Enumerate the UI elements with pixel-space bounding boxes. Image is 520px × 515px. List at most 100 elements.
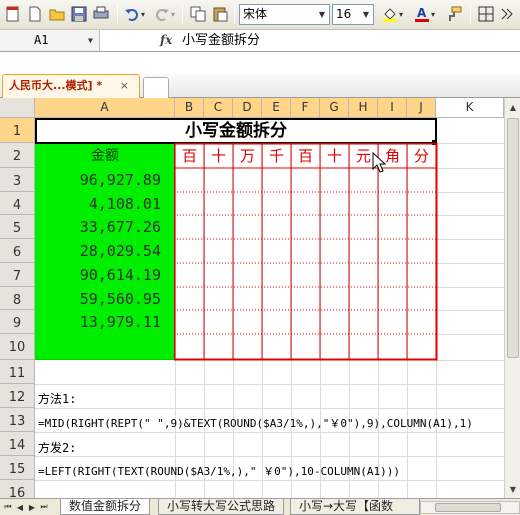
row-header-4[interactable]: 4 [0, 192, 35, 215]
row-number: 12 [8, 390, 26, 405]
chevron-down-icon[interactable]: ▼ [88, 30, 93, 51]
sheet-tab-formula-idea[interactable]: 小写转大写公式思路 [158, 499, 285, 515]
column-header-f[interactable]: F [291, 98, 320, 118]
chevron-down-icon[interactable]: ▼ [315, 5, 329, 24]
new-icon[interactable] [25, 4, 45, 24]
toolbar-separator [117, 5, 118, 24]
row-header-5[interactable]: 5 [0, 215, 35, 239]
digit-header-ten[interactable]: 十 [320, 144, 349, 168]
column-header-b[interactable]: B [175, 98, 204, 118]
digit-header-ten-thousand[interactable]: 十 [204, 144, 233, 168]
formula-input[interactable]: 小写金额拆分 [182, 30, 260, 51]
scroll-down-icon[interactable]: ▼ [506, 481, 520, 497]
column-header-k[interactable]: K [436, 98, 504, 118]
row-header-9[interactable]: 9 [0, 310, 35, 334]
sheet-tab-amount-split[interactable]: 数值金额拆分 [60, 499, 151, 515]
row-header-13[interactable]: 13 [0, 408, 35, 432]
digit-header-wan[interactable]: 万 [233, 144, 262, 168]
font-name-value: 宋体 [243, 7, 268, 21]
amount-cell[interactable]: 96,927.89 [35, 171, 175, 191]
horizontal-scrollbar[interactable] [420, 501, 520, 514]
digit-header-hundred-thousand[interactable]: 百 [175, 144, 204, 168]
column-header-d[interactable]: D [233, 98, 262, 118]
row-header-3[interactable]: 3 [0, 168, 35, 192]
row-number: 15 [8, 462, 26, 477]
row-number: 1 [12, 124, 22, 139]
font-color-dropdown-icon[interactable]: ▾ [428, 4, 438, 24]
method2-label[interactable]: 方发2: [38, 439, 76, 456]
column-header-i[interactable]: I [378, 98, 407, 118]
mouse-pointer-icon [372, 152, 387, 173]
row-header-16[interactable]: 16 [0, 480, 35, 498]
row-number: 3 [12, 174, 22, 189]
digit-header-fen[interactable]: 分 [407, 144, 436, 168]
font-size-select[interactable]: 16 ▼ [332, 4, 374, 25]
last-sheet-icon[interactable]: ⏭ [38, 500, 50, 514]
borders-icon[interactable] [476, 4, 496, 24]
column-header-e[interactable]: E [262, 98, 291, 118]
close-icon[interactable]: × [120, 75, 129, 97]
amount-cell[interactable]: 13,979.11 [35, 313, 175, 333]
toolbar-separator [182, 5, 183, 24]
document-tab[interactable]: 人民币大...模式] * × [2, 74, 140, 98]
column-header-c[interactable]: C [204, 98, 233, 118]
method2-formula[interactable]: =LEFT(RIGHT(TEXT(ROUND($A3/1%,)," ￥0"),1… [38, 463, 400, 479]
name-box[interactable]: A1 ▼ [0, 30, 100, 51]
row-header-12[interactable]: 12 [0, 384, 35, 408]
row-header-2[interactable]: 2 [0, 143, 35, 168]
amount-cell[interactable]: 28,029.54 [35, 242, 175, 262]
fill-dropdown-icon[interactable]: ▾ [396, 4, 406, 24]
method1-label[interactable]: 方法1: [38, 390, 76, 407]
amount-cell[interactable]: 90,614.19 [35, 266, 175, 286]
svg-text:A: A [417, 6, 427, 20]
font-size-value: 16 [336, 7, 352, 21]
open-folder-icon[interactable] [47, 4, 67, 24]
prev-sheet-icon[interactable]: ◀ [14, 500, 26, 514]
select-all-corner[interactable] [0, 98, 35, 118]
paste-icon[interactable] [210, 4, 230, 24]
row-header-14[interactable]: 14 [0, 432, 35, 456]
scrollbar-thumb[interactable] [507, 118, 519, 358]
amount-cell[interactable]: 4,108.01 [35, 195, 175, 215]
row-header-6[interactable]: 6 [0, 239, 35, 263]
toolbar-separator [234, 5, 235, 24]
amount-cell[interactable]: 33,677.26 [35, 218, 175, 238]
print-icon[interactable] [91, 4, 111, 24]
row-header-11[interactable]: 11 [0, 360, 35, 384]
digit-header-thousand[interactable]: 千 [262, 144, 291, 168]
new-doc-icon[interactable] [3, 4, 23, 24]
format-painter-icon[interactable] [444, 4, 464, 24]
row-header-7[interactable]: 7 [0, 263, 35, 287]
row-header-15[interactable]: 15 [0, 456, 35, 480]
font-name-select[interactable]: 宋体 ▼ [239, 4, 330, 25]
toolbar-more-icon[interactable] [496, 4, 516, 24]
next-sheet-icon[interactable]: ▶ [26, 500, 38, 514]
row-header-8[interactable]: 8 [0, 287, 35, 310]
function-icon[interactable]: fx [160, 30, 174, 51]
title-cell[interactable]: 小写金额拆分 [35, 118, 437, 144]
chevron-down-icon[interactable]: ▼ [359, 5, 373, 24]
method1-formula[interactable]: =MID(RIGHT(REPT(" ",9)&TEXT(ROUND($A3/1%… [38, 415, 473, 431]
spreadsheet-grid[interactable]: A B C D E F G H I J K 1 2 3 4 5 6 7 8 9 … [0, 98, 504, 498]
redo-dropdown-icon[interactable]: ▾ [168, 4, 178, 24]
new-tab-button[interactable] [143, 77, 169, 98]
digit-header-hundred[interactable]: 百 [291, 144, 320, 168]
sheet-tab-upper-case[interactable]: 小写→大写【函数 [290, 499, 420, 515]
first-sheet-icon[interactable]: ⏮ [2, 500, 14, 514]
vertical-scrollbar[interactable]: ▲ ▼ [504, 98, 520, 498]
column-header-g[interactable]: G [320, 98, 349, 118]
row-header-10[interactable]: 10 [0, 334, 35, 360]
amount-header[interactable]: 金额 [35, 144, 175, 168]
column-header-j[interactable]: J [407, 98, 436, 118]
column-header-a[interactable]: A [35, 98, 175, 118]
formula-bar: A1 ▼ fx 小写金额拆分 [0, 30, 520, 52]
sheet-tab-bar: ⏮ ◀ ▶ ⏭ 数值金额拆分 小写转大写公式思路 小写→大写【函数 [0, 498, 520, 515]
row-header-1[interactable]: 1 [0, 118, 35, 143]
copy-icon[interactable] [188, 4, 208, 24]
amount-cell[interactable]: 59,560.95 [35, 290, 175, 310]
scroll-up-icon[interactable]: ▲ [506, 99, 520, 115]
hscroll-thumb[interactable] [435, 503, 501, 512]
undo-dropdown-icon[interactable]: ▾ [138, 4, 148, 24]
column-header-h[interactable]: H [349, 98, 378, 118]
save-icon[interactable] [69, 4, 89, 24]
